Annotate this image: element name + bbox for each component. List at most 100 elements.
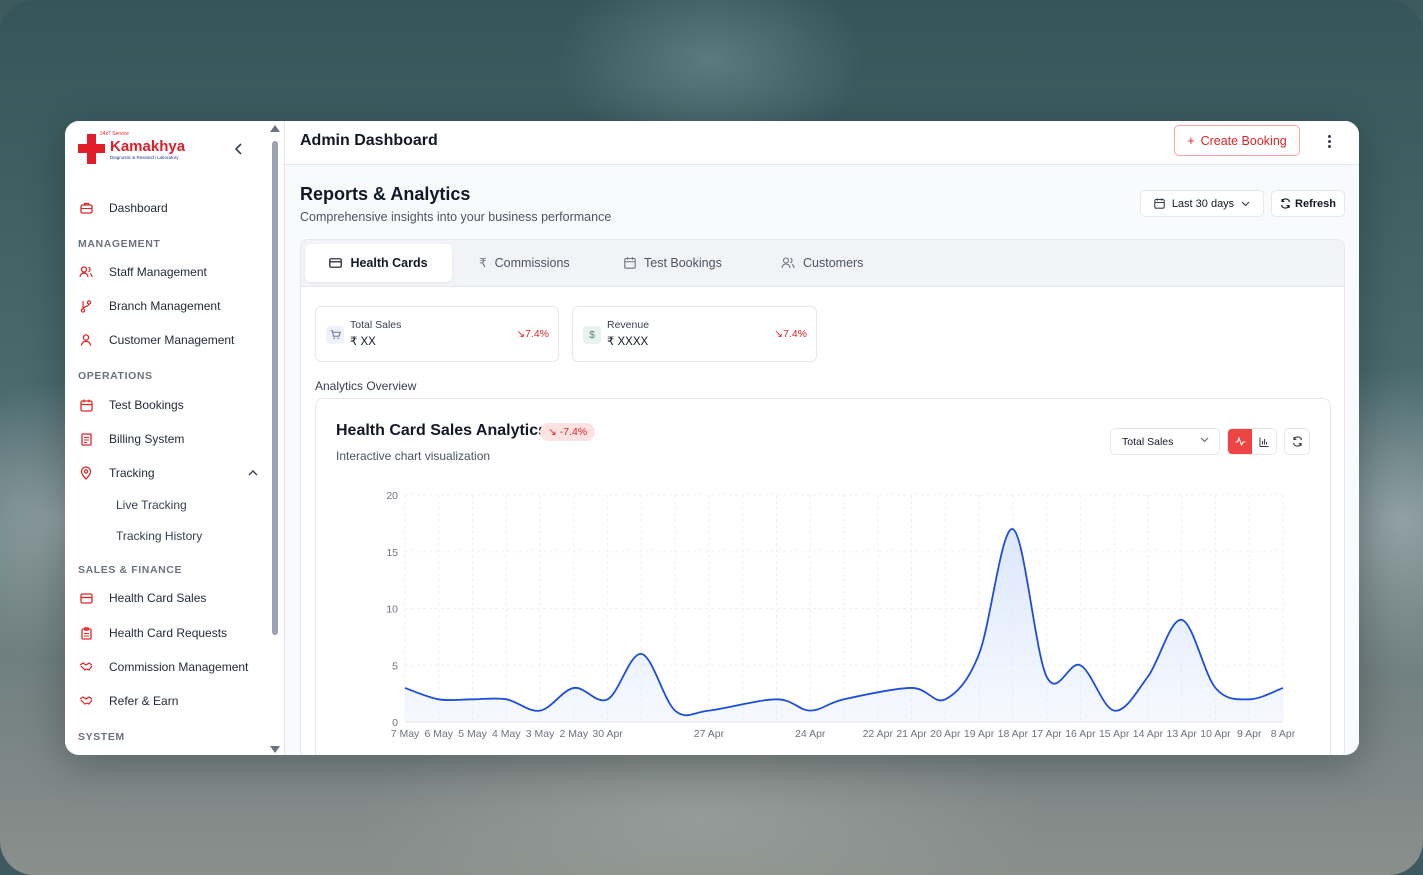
tab-health-cards[interactable]: Health Cards (305, 244, 452, 282)
sidebar-item-label: Health Card Sales (109, 591, 207, 605)
x-tick-label: 17 Apr (1031, 728, 1062, 740)
handshake-icon (78, 659, 94, 675)
trend-down-icon: ↘ (516, 328, 526, 340)
sidebar-item-label: Commission Management (109, 660, 249, 674)
x-tick-label: 30 Apr (592, 728, 623, 740)
x-tick-label: 10 Apr (1200, 728, 1231, 740)
x-tick-label: 16 Apr (1065, 728, 1096, 740)
scrollbar-thumb[interactable] (272, 141, 278, 635)
sidebar-item-staff[interactable]: Staff Management (78, 260, 258, 284)
sidebar-item-customer[interactable]: Customer Management (78, 328, 258, 352)
calendar-icon (624, 257, 636, 269)
sidebar-item-label: Dashboard (109, 201, 168, 215)
refresh-button[interactable]: Refresh (1271, 190, 1345, 217)
logo-name: Kamakhya (110, 137, 186, 155)
sidebar-item-health-card-requests[interactable]: Health Card Requests (78, 621, 258, 645)
date-range-label: Last 30 days (1171, 197, 1235, 210)
scroll-up-icon[interactable] (270, 125, 280, 132)
tab-commissions[interactable]: ₹ Commissions (479, 244, 570, 282)
trend-down-icon: ↘ (774, 328, 784, 340)
date-range-select[interactable]: Last 30 days (1140, 190, 1264, 217)
sidebar-item-health-card-sales[interactable]: Health Card Sales (78, 586, 258, 610)
chevron-down-icon (1241, 201, 1250, 206)
y-tick-label: 20 (386, 490, 398, 502)
logo-mark (78, 132, 108, 166)
stat-trend: ↘7.4% (516, 328, 549, 340)
collapse-sidebar-button[interactable] (231, 140, 247, 158)
sidebar-item-label: Branch Management (109, 299, 221, 313)
section-system: SYSTEM (78, 731, 125, 743)
logo-subtitle: Diagnostic & Research Laboratory (110, 154, 179, 160)
x-tick-label: 22 Apr (863, 728, 894, 740)
gift-handshake-icon (78, 693, 94, 709)
tab-test-bookings[interactable]: Test Bookings (624, 244, 722, 282)
sidebar-item-commission[interactable]: Commission Management (78, 655, 258, 679)
page-title: Reports & Analytics (300, 184, 471, 204)
credit-card-icon (78, 590, 94, 606)
stat-card-revenue: $ Revenue ₹ XXXX ↘7.4% (572, 306, 817, 362)
x-tick-label: 15 Apr (1099, 728, 1130, 740)
x-tick-label: 2 May (560, 728, 589, 740)
x-tick-label: 19 Apr (964, 728, 995, 740)
x-tick-label: 20 Apr (930, 728, 961, 740)
stat-label: Total Sales (350, 319, 402, 331)
stat-trend: ↘7.4% (774, 328, 807, 340)
stat-card-total-sales: Total Sales ₹ XX ↘7.4% (315, 306, 559, 362)
sidebar-item-dashboard[interactable]: Dashboard (78, 196, 258, 220)
x-tick-label: 18 Apr (998, 728, 1029, 740)
page-subtitle: Comprehensive insights into your busines… (300, 210, 612, 224)
tab-label: Customers (803, 256, 864, 270)
stat-trend-value: 7.4% (783, 328, 807, 340)
stat-label: Revenue (607, 319, 650, 331)
stat-value: ₹ XXXX (607, 336, 649, 348)
sidebar-item-label: Health Card Requests (109, 626, 228, 640)
app-window: 24x7 Service Kamakhya Diagnostic & Resea… (65, 121, 1359, 755)
user-icon (78, 332, 94, 348)
y-tick-label: 10 (386, 604, 398, 616)
clipboard-icon (78, 625, 94, 641)
users-icon (781, 257, 795, 269)
sidebar-item-label: Customer Management (109, 333, 235, 347)
tab-label: Commissions (494, 256, 570, 270)
sidebar-item-branch[interactable]: Branch Management (78, 294, 258, 318)
sidebar-scrollbar[interactable] (269, 125, 281, 753)
tab-customers[interactable]: Customers (781, 244, 863, 282)
sidebar-item-billing[interactable]: Billing System (78, 427, 258, 451)
x-tick-label: 24 Apr (795, 728, 826, 740)
chevron-up-icon (248, 468, 258, 479)
cart-icon (326, 326, 344, 344)
x-tick-label: 8 Apr (1271, 728, 1296, 740)
create-booking-button[interactable]: + Create Booking (1174, 125, 1300, 156)
more-menu-icon[interactable] (1321, 132, 1337, 150)
refresh-label: Refresh (1295, 197, 1336, 210)
tab-label: Health Cards (350, 256, 428, 270)
x-tick-label: 21 Apr (896, 728, 927, 740)
git-branch-icon (78, 298, 94, 314)
chart-card: Health Card Sales Analytics ↘ -7.4% Inte… (315, 398, 1331, 755)
x-tick-label: 3 May (526, 728, 555, 740)
create-booking-label: Create Booking (1200, 133, 1287, 148)
x-tick-label: 4 May (492, 728, 521, 740)
x-tick-label: 5 May (458, 728, 487, 740)
sidebar-item-refer[interactable]: Refer & Earn (78, 689, 258, 713)
sidebar-item-label: Staff Management (109, 265, 207, 279)
x-tick-label: 6 May (424, 728, 453, 740)
page-header-title: Admin Dashboard (300, 132, 438, 149)
analytics-panel: Health Cards ₹ Commissions Test Bookings… (300, 239, 1345, 755)
x-tick-label: 7 May (391, 728, 420, 740)
sidebar: 24x7 Service Kamakhya Diagnostic & Resea… (65, 121, 285, 755)
tab-label: Test Bookings (644, 256, 722, 270)
rupee-icon: ₹ (479, 256, 487, 270)
scroll-down-icon[interactable] (270, 746, 280, 753)
x-tick-label: 27 Apr (694, 728, 725, 740)
logo[interactable]: 24x7 Service Kamakhya Diagnostic & Resea… (78, 131, 186, 166)
sidebar-item-label: Tracking (109, 466, 155, 480)
area-chart: 051015207 May 6 May 5 May 4 May 3 May 2 May 30… (386, 490, 1296, 740)
sidebar-item-test-bookings[interactable]: Test Bookings (78, 393, 258, 417)
chevron-left-icon (234, 143, 242, 155)
x-tick-label: 13 Apr (1167, 728, 1198, 740)
section-operations: OPERATIONS (78, 370, 153, 382)
sidebar-item-label: Refer & Earn (109, 694, 179, 708)
sidebar-item-tracking[interactable]: Tracking (78, 461, 258, 485)
sidebar-item-label: Billing System (109, 432, 185, 446)
